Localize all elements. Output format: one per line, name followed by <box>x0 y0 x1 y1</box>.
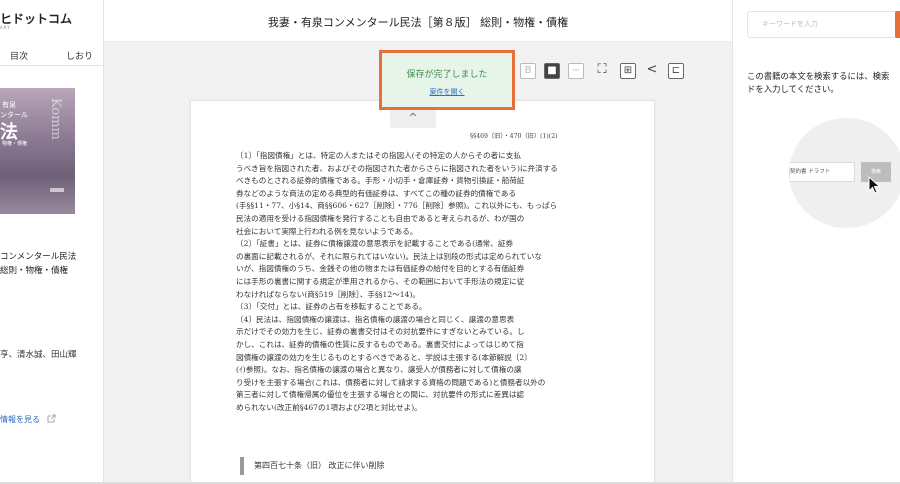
body-line: 第三者に対して債権帰属の優位を主張する場合との間に、対抗要件の形式に差異は認 <box>236 390 525 400</box>
cover-vertical-text: Komm <box>48 98 63 140</box>
section-heading: 第四百七十条（旧） 改正に伴い削除 <box>240 457 480 475</box>
chevron-up-icon[interactable]: ^ <box>390 108 436 128</box>
fullscreen-icon[interactable]: ⛶ <box>594 63 610 79</box>
body-line: (ｲ)参照)。なお、指名債権の譲渡の場合と異なり、譲受人が債務者に対して債権の譲 <box>236 365 522 375</box>
body-line: 〔2〕「証書」とは、証券に債権譲渡の意思表示を記載することである(通常、証券 <box>236 239 514 249</box>
book-title-line-1: コンメンタール民法 <box>0 252 77 262</box>
body-line: いが、指図債権のうち、金銭その他の物または有価証券の給付を目的とする有価証券 <box>236 264 525 274</box>
body-line: り受けを主張する場合(これは、債務者に対して請求する資格の問題である)と債務者以… <box>236 377 546 387</box>
body-line: べきものとされる証券的債権である。手形・小切手・倉庫証券・貨物引換証・船荷証 <box>236 176 525 186</box>
document-body: 〔1〕「指図債権」とは、特定の人またはその指図人(その特定の人からその者に支払 … <box>236 150 594 414</box>
title-bar: 我妻・有泉コンメンタール民法［第８版］ 総則・物権・債権 <box>104 0 732 42</box>
cover-text-4: 物権・債権 <box>2 141 28 147</box>
book-authors: 亨、清水誠、田山輝 <box>0 350 77 360</box>
body-line: 券などのような商法の定める典型的有価証券は、すべてこの種の証券的債権である <box>236 188 517 198</box>
page-reference: §§469（旧）・470（旧）(1)(2) <box>470 133 558 140</box>
save-toast: 保存が完了しました 案件を開く <box>379 50 515 110</box>
external-link-icon <box>47 414 56 423</box>
search-help-text: この書籍の本文を検索するには、検索 ドを入力してください。 <box>747 70 900 96</box>
toast-message: 保存が完了しました <box>406 70 488 80</box>
help-line-2: ドを入力してください。 <box>747 84 839 94</box>
search-input[interactable]: キーワードを入力 <box>747 11 900 38</box>
more-info-link[interactable]: 情報を見る <box>0 414 56 425</box>
left-tabs: 目次 しおり <box>0 42 104 66</box>
body-line: には手形の裏書に関する規定が準用されるから、その範囲において手形法の規定に従 <box>236 276 525 286</box>
mouse-cursor-icon <box>868 176 881 194</box>
book-title: コンメンタール民法 総則・物権・債権 <box>0 250 76 278</box>
open-case-link[interactable]: 案件を開く <box>382 87 512 97</box>
body-line: (手§§11・77、小§14、商§§606・627［削除］・776［削除］参照)… <box>236 201 558 211</box>
body-line: の裏面に記載されるが、それに限られてはいない)。民法上は別段の形式は定められてい… <box>236 251 542 261</box>
body-line: 民法の適用を受ける指図債権を発行することも自由であると考えられるが、わが国の <box>236 213 525 223</box>
book-title-line-2: 総則・物権・債権 <box>0 266 69 276</box>
zoom-in-icon[interactable]: ■ <box>544 63 560 79</box>
share-icon[interactable]: < <box>644 63 660 79</box>
bookmark-icon[interactable]: B <box>520 63 536 79</box>
right-panel: キーワードを入力 この書籍の本文を検索するには、検索 ドを入力してください。 契… <box>732 0 900 484</box>
demo-search-field: 契約書 ドラフト <box>789 162 855 182</box>
body-line: かし、これは、証券的債権の性質に反するものである。裏書交付によってはじめて指 <box>236 339 524 349</box>
body-line: 示だけでその効力を生じ、証券の裏書交付はその対抗要件にすぎないとみている。し <box>236 327 525 337</box>
add-note-icon[interactable]: ⊞ <box>620 63 636 79</box>
body-line: 〔1〕「指図債権」とは、特定の人またはその指図人(その特定の人からその者に支払 <box>236 151 521 160</box>
help-line-1: この書籍の本文を検索するには、検索 <box>747 71 890 81</box>
tab-bookmarks[interactable]: しおり <box>66 49 93 62</box>
body-line: 〔3〕「交付」とは、証券の占有を移転することである。 <box>236 302 427 312</box>
body-line: められない(改正前§467の1項および2項と対比せよ)。 <box>236 402 422 412</box>
body-line: 図債権の譲渡の効力を生じるものとするべきであると、学説は主張する(本節解説〔2〕 <box>236 352 532 362</box>
tab-toc[interactable]: 目次 <box>10 49 28 62</box>
body-line: わなければならない(商§519［削除］、手§§12〜14)。 <box>236 289 421 299</box>
body-line: 〔4〕民法は、指図債権の譲渡は、指名債権の譲渡の場合と同じく、譲渡の意思表 <box>236 314 515 324</box>
search-illustration: 契約書 ドラフト 検索 <box>789 118 900 228</box>
body-line: うべき旨を指図された者、およびその指図された者からさらに指図された者をいう)に弁… <box>236 163 558 173</box>
search-button[interactable] <box>895 11 900 38</box>
zoom-out-icon[interactable]: − <box>568 63 584 79</box>
site-logo-sub: ARY <box>0 25 11 30</box>
export-icon[interactable]: ⊏ <box>668 63 684 79</box>
more-info-label: 情報を見る <box>0 415 40 424</box>
site-logo[interactable]: ヒドットコム <box>0 10 72 27</box>
cover-mark <box>50 188 64 192</box>
book-header-title: 我妻・有泉コンメンタール民法［第８版］ 総則・物権・債権 <box>267 16 569 29</box>
cover-text-1: 有泉 <box>2 101 16 109</box>
book-cover[interactable]: 有泉 ンタール 法 物権・債権 Komm <box>0 88 75 214</box>
left-panel: ヒドットコム ARY 目次 しおり 有泉 ンタール 法 物権・債権 Komm コ… <box>0 0 104 484</box>
body-line: 社会において実際上行われる例を見ないようである。 <box>236 226 418 236</box>
